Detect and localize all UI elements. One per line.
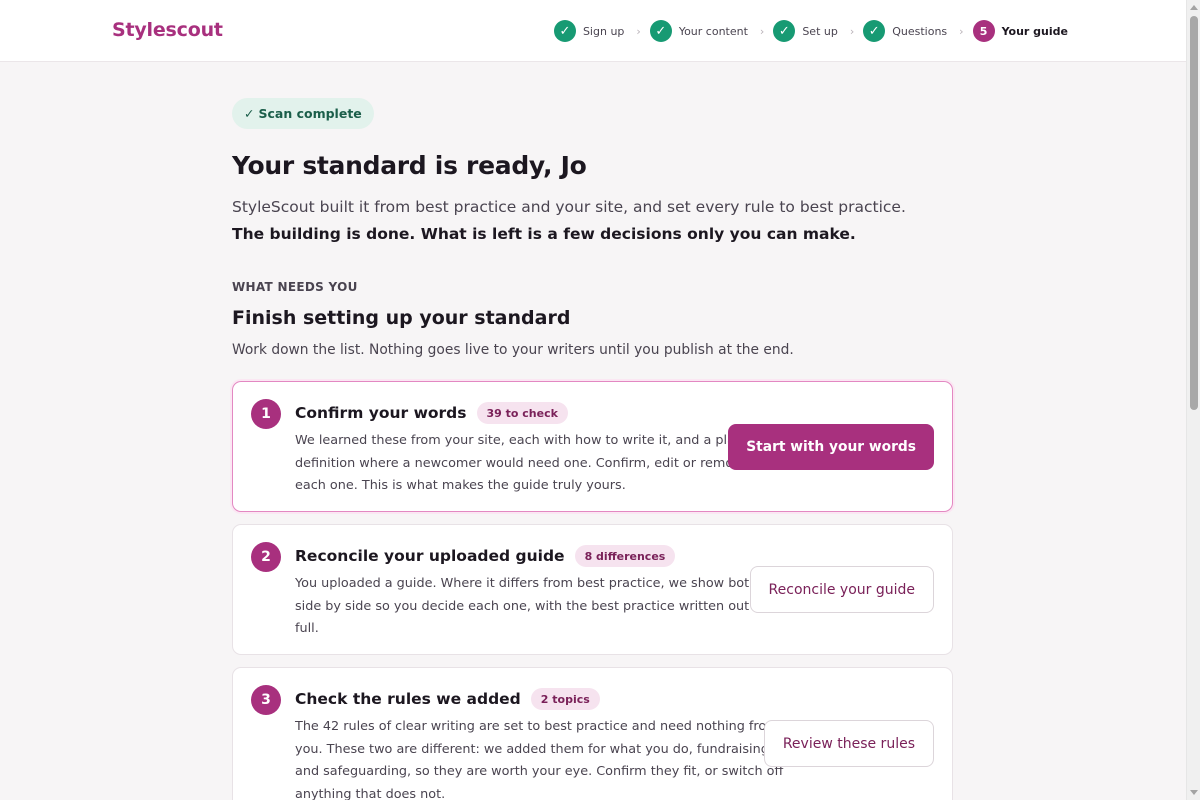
task-description: The 42 rules of clear writing are set to… bbox=[295, 716, 783, 800]
task-number: 3 bbox=[251, 685, 281, 715]
vertical-scrollbar[interactable] bbox=[1186, 0, 1200, 800]
scrollbar-thumb[interactable] bbox=[1190, 16, 1198, 410]
reconcile-your-guide-button[interactable]: Reconcile your guide bbox=[749, 566, 934, 613]
task-card-reconcile-guide: 2 Reconcile your uploaded guide 8 differ… bbox=[232, 524, 953, 655]
description-line: side by side so you decide each one, wit… bbox=[295, 598, 765, 614]
scroll-up-arrow-icon[interactable] bbox=[1190, 5, 1198, 10]
description-line: The 42 rules of clear writing are set to… bbox=[295, 719, 779, 734]
task-title: Reconcile your uploaded guide bbox=[295, 547, 565, 565]
description-line: You uploaded a guide. Where it differs f… bbox=[295, 576, 758, 591]
count-badge: 39 to check bbox=[476, 402, 568, 424]
description-line: definition where a newcomer would need o… bbox=[295, 455, 749, 471]
review-these-rules-button[interactable]: Review these rules bbox=[763, 720, 934, 767]
description-line: full. bbox=[295, 621, 319, 636]
description-line: you. These two are different: we added t… bbox=[295, 741, 769, 757]
task-number: 1 bbox=[251, 399, 281, 429]
task-card-check-rules: 3 Check the rules we added 2 topics The … bbox=[232, 667, 953, 800]
step-your-guide[interactable]: 5 Your guide bbox=[972, 20, 1068, 42]
task-number: 2 bbox=[251, 542, 281, 572]
chevron-right-icon: › bbox=[959, 24, 964, 38]
task-title: Confirm your words bbox=[295, 404, 467, 422]
description-line: each one. This is what makes the guide t… bbox=[295, 478, 626, 493]
brand-logo[interactable]: Stylescout bbox=[112, 19, 223, 41]
task-description: You uploaded a guide. Where it differs f… bbox=[295, 573, 765, 641]
description-line: anything that does not. bbox=[295, 786, 446, 800]
step-label: Your guide bbox=[1001, 24, 1068, 38]
description-line: and safeguarding, so they are worth your… bbox=[295, 764, 784, 779]
task-header: Check the rules we added 2 topics bbox=[295, 688, 600, 710]
task-description: We learned these from your site, each wi… bbox=[295, 430, 749, 498]
task-card-confirm-words: 1 Confirm your words 39 to check We lear… bbox=[232, 381, 953, 512]
task-list: 1 Confirm your words 39 to check We lear… bbox=[232, 0, 953, 800]
count-badge: 8 differences bbox=[574, 545, 676, 567]
task-title: Check the rules we added bbox=[295, 690, 521, 708]
step-number-badge: 5 bbox=[972, 20, 995, 42]
scroll-down-arrow-icon[interactable] bbox=[1190, 790, 1198, 795]
count-badge: 2 topics bbox=[530, 688, 600, 710]
task-header: Reconcile your uploaded guide 8 differen… bbox=[295, 545, 676, 567]
description-line: We learned these from your site, each wi… bbox=[295, 433, 747, 448]
start-with-your-words-button[interactable]: Start with your words bbox=[728, 424, 934, 470]
task-header: Confirm your words 39 to check bbox=[295, 402, 568, 424]
